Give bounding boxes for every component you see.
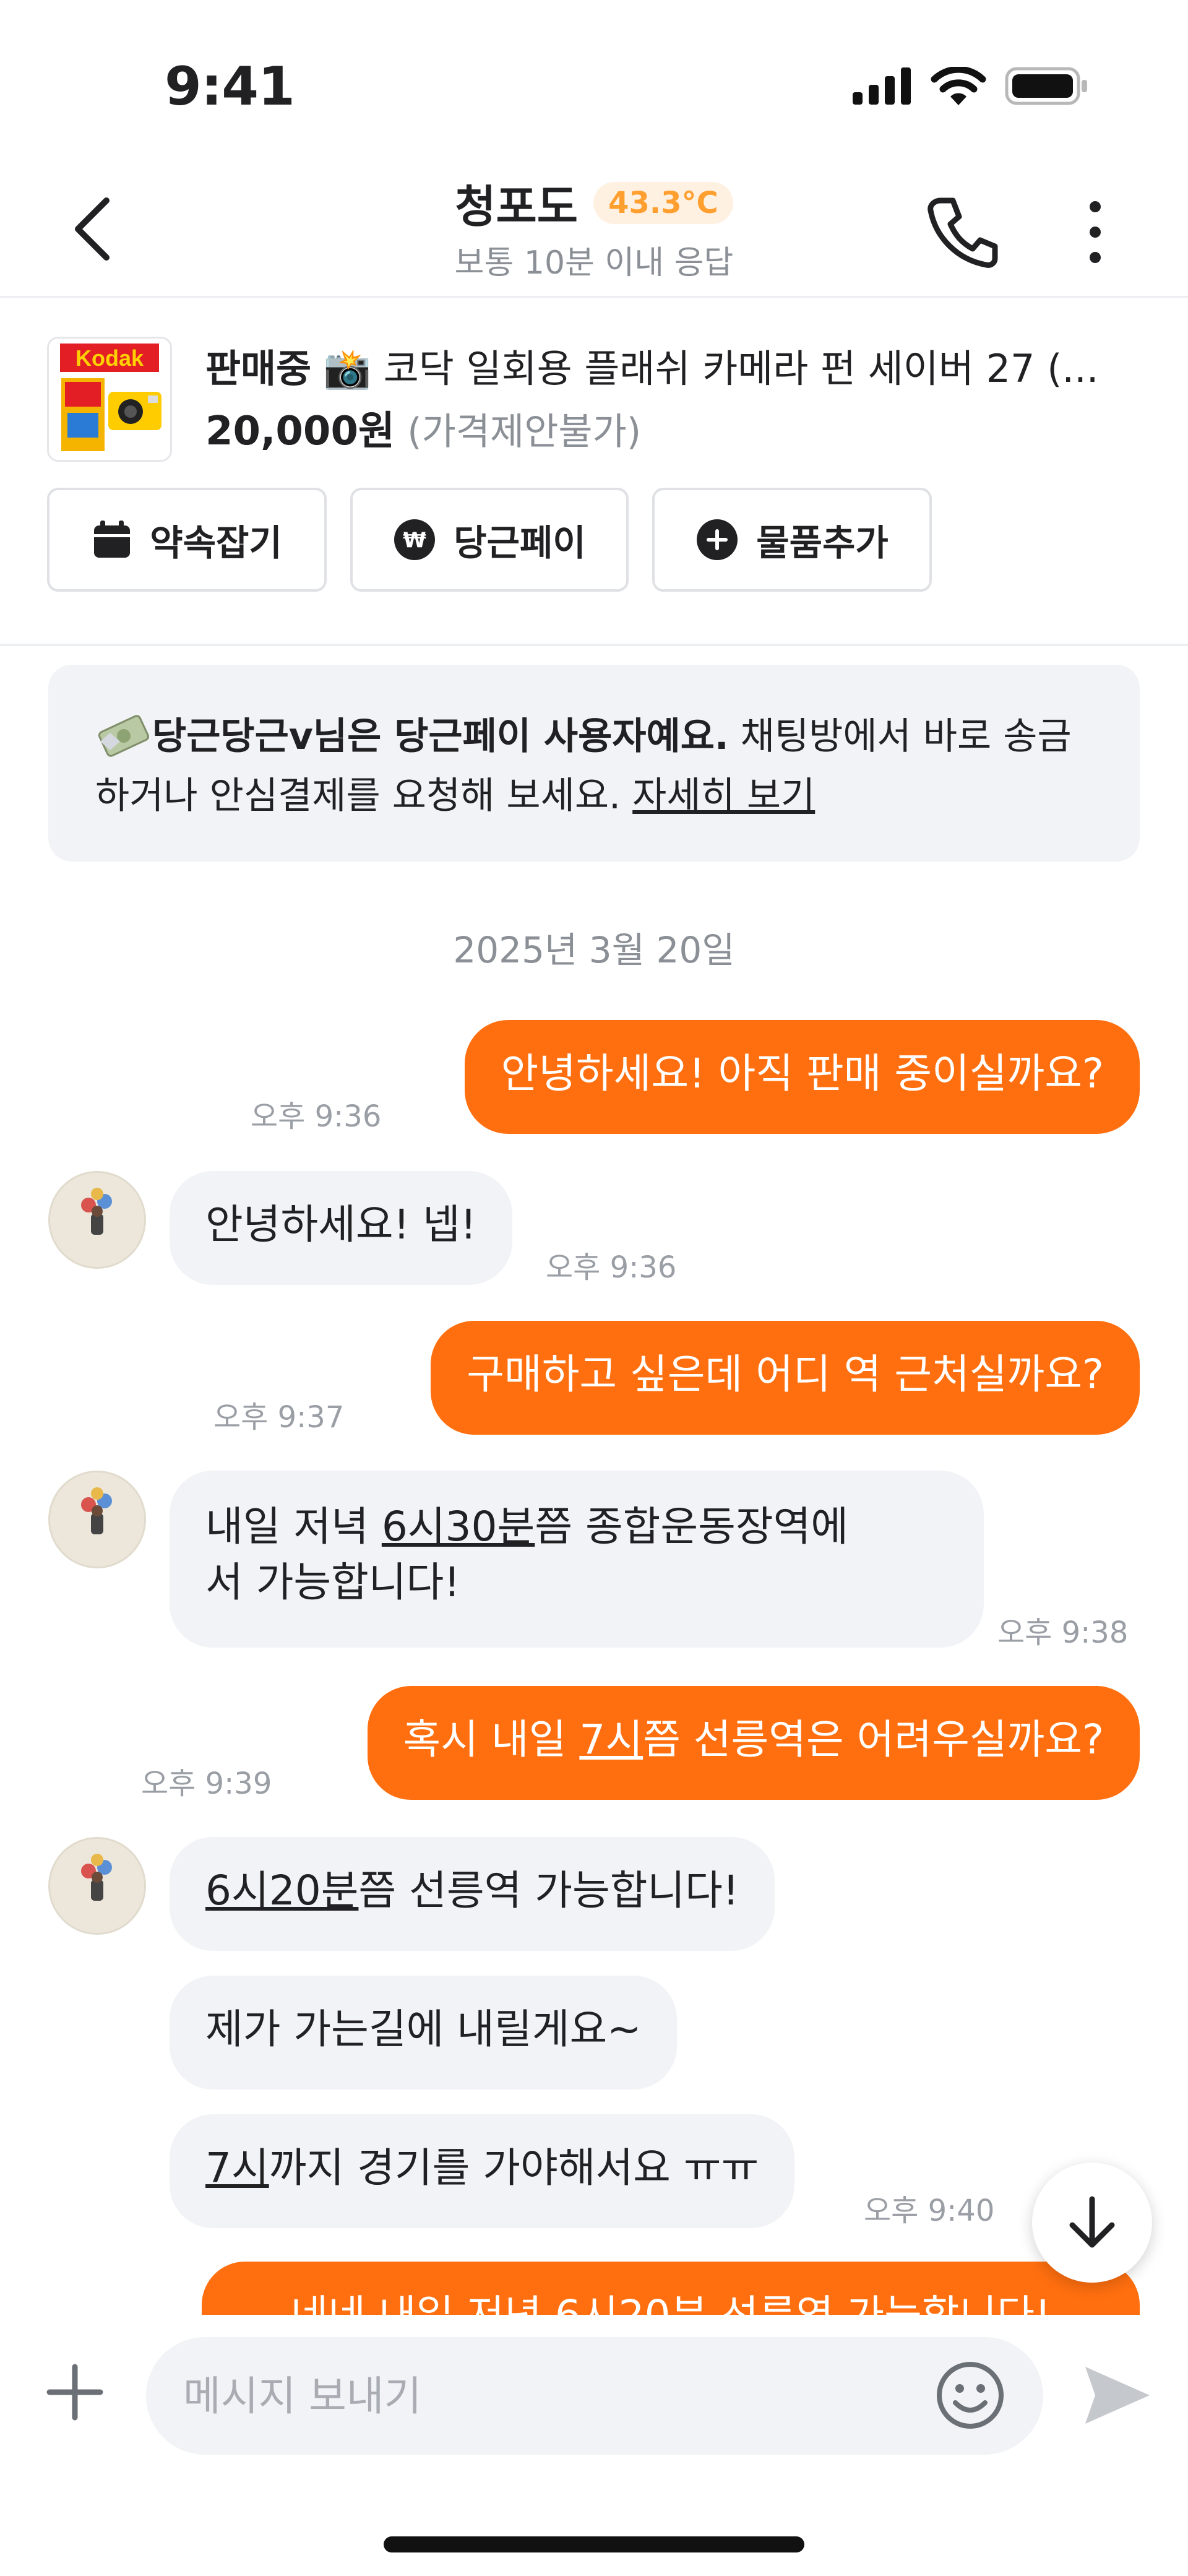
status-icons (853, 67, 1089, 105)
pay-label: 당근페이 (454, 522, 586, 564)
product-price-line: 20,000원 (가격제안불가) (205, 399, 641, 456)
price-negotiation-note: (가격제안불가) (407, 410, 642, 454)
avatar-image (50, 1173, 144, 1267)
message-time: 오후 9:36 (546, 1250, 677, 1285)
plus-circle-icon (697, 519, 738, 560)
message-bubble-received[interactable]: 6시20분쯤 선릉역 가능합니다! (170, 1837, 775, 1951)
arrow-down-icon (1069, 2196, 1115, 2248)
time-link[interactable]: 7시 (205, 2144, 269, 2192)
status-time: 9:41 (165, 56, 295, 118)
message-time: 오후 9:40 (864, 2193, 995, 2228)
message-bubble-received[interactable]: 7시까지 경기를 가야해서요 ㅠㅠ (170, 2114, 795, 2228)
won-currency-icon: ₩ (394, 519, 436, 560)
karrot-pay-notice: 당근당근v님은 당근페이 사용자예요. 채팅방에서 바로 송금하거나 안심결제를… (48, 665, 1140, 862)
product-thumbnail[interactable]: Kodak (47, 337, 172, 462)
manner-temperature-badge[interactable]: 43.3°C (593, 181, 733, 224)
message-bubble-received[interactable]: 제가 가는길에 내릴게요~ (170, 1976, 678, 2090)
seller-avatar[interactable] (48, 1837, 146, 1935)
wifi-icon (931, 67, 986, 105)
battery-icon (1005, 67, 1087, 105)
avatar-image (50, 1472, 144, 1567)
avatar-image (50, 1839, 144, 1933)
thumb-brand-text: Kodak (75, 345, 144, 371)
seller-name[interactable]: 청포도 (455, 181, 578, 233)
date-separator: 2025년 3월 20일 (453, 929, 735, 971)
time-link[interactable]: 7시 (579, 1716, 643, 1763)
response-time-text: 보통 10분 이내 응답 (454, 244, 734, 282)
schedule-label: 약속잡기 (150, 522, 282, 564)
send-button[interactable] (1077, 2359, 1155, 2431)
karrot-pay-button[interactable]: ₩ 당근페이 (350, 488, 629, 592)
phone-icon (928, 197, 998, 268)
product-title: 📸 코닥 일회용 플래쉬 카메라 펀 세이버 27 (... (323, 346, 1099, 391)
plus-icon (46, 2364, 103, 2421)
home-indicator (384, 2536, 804, 2552)
call-button[interactable] (922, 192, 1002, 272)
more-options-button[interactable] (1077, 198, 1114, 266)
svg-text:₩: ₩ (403, 528, 427, 553)
notice-bold-text: 당근당근v님은 당근페이 사용자예요. (152, 715, 729, 758)
message-line: 서 가능합니다! (205, 1558, 460, 1606)
message-time: 오후 9:36 (251, 1099, 382, 1134)
product-title-line[interactable]: 판매중 📸 코닥 일회용 플래쉬 카메라 펀 세이버 27 (... (205, 337, 1146, 393)
schedule-appointment-button[interactable]: 약속잡기 (47, 488, 327, 592)
emoji-button[interactable] (934, 2359, 1006, 2431)
more-vertical-icon (1090, 201, 1101, 263)
add-item-button[interactable]: 물품추가 (652, 488, 932, 592)
section-divider (0, 644, 1188, 646)
add-item-label: 물품추가 (756, 522, 889, 564)
message-bubble-received[interactable]: 안녕하세요! 넵! (170, 1171, 513, 1285)
seller-avatar[interactable] (48, 1471, 146, 1568)
product-status: 판매중 (205, 346, 312, 391)
money-icon (98, 715, 150, 757)
chat-title: 청포도 43.3°C (0, 170, 1188, 235)
send-icon (1085, 2367, 1150, 2424)
product-price: 20,000원 (205, 408, 395, 454)
time-link[interactable]: 6시20분 (205, 1867, 358, 1914)
message-time: 오후 9:39 (141, 1766, 272, 1801)
message-bubble-received[interactable]: 내일 저녁 6시30분쯤 종합운동장역에 서 가능합니다! (170, 1471, 984, 1648)
scroll-to-bottom-button[interactable] (1032, 2163, 1152, 2283)
header-divider (0, 296, 1188, 298)
smile-icon (937, 2362, 1004, 2429)
message-bubble-sent[interactable]: 구매하고 싶은데 어디 역 근처실까요? (431, 1321, 1140, 1435)
signal-icon (853, 67, 911, 105)
calendar-icon (94, 521, 131, 558)
message-bubble-sent[interactable]: 안녕하세요! 아직 판매 중이실까요? (465, 1020, 1140, 1134)
time-link[interactable]: 6시30분 (382, 1503, 535, 1550)
message-bubble-sent[interactable]: 혹시 내일 7시쯤 선릉역은 어려우실까요? (367, 1686, 1140, 1800)
camera-product-image: Kodak (49, 339, 170, 460)
seller-avatar[interactable] (48, 1171, 146, 1269)
message-line: 내일 저녁 6시30분쯤 종합운동장역에 (205, 1503, 849, 1550)
message-time: 오후 9:37 (213, 1400, 345, 1435)
attach-button[interactable] (41, 2358, 109, 2426)
message-input[interactable] (146, 2337, 1043, 2455)
message-time: 오후 9:38 (997, 1615, 1129, 1650)
notice-details-link[interactable]: 자세히 보기 (632, 774, 815, 818)
